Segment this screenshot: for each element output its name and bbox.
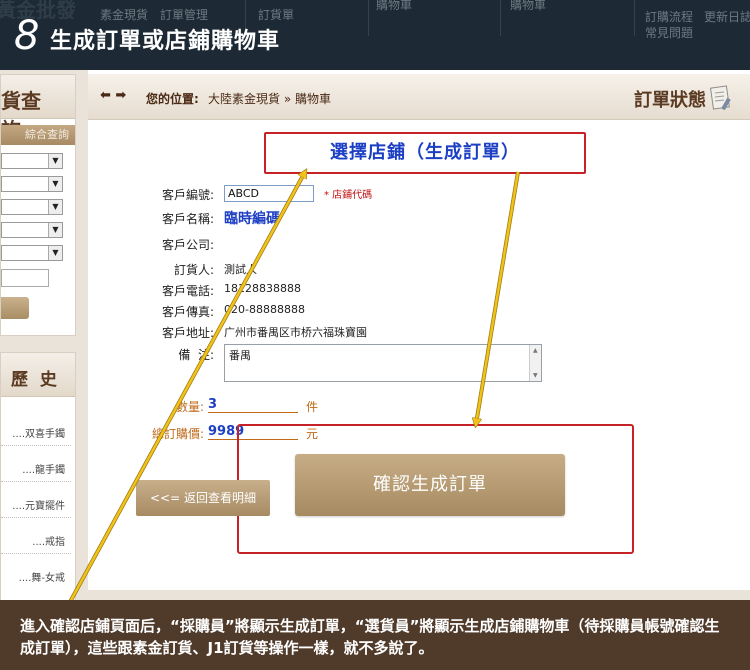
chevron-down-icon: ▼	[48, 200, 62, 214]
phone-label: 客戶電話:	[161, 284, 214, 298]
fax-value: 020-88888888	[224, 303, 305, 316]
history-divider	[1, 445, 71, 446]
store-select-title: 選擇店鋪（生成訂單）	[264, 132, 586, 174]
orderer-label: 訂貨人:	[173, 263, 214, 277]
quantity-value: 3	[208, 397, 298, 413]
step-number: 8	[14, 13, 40, 59]
chevron-down-icon: ▼	[48, 154, 62, 168]
customer-code-input[interactable]	[224, 185, 314, 202]
page-background-strip	[88, 590, 750, 600]
history-item[interactable]: ....戒指	[32, 533, 65, 548]
ghost-nav-item: 常見問題	[645, 26, 694, 40]
chevron-down-icon: ▼	[48, 177, 62, 191]
query-submit-button[interactable]	[1, 297, 29, 319]
tutorial-caption: 進入確認店鋪頁面后，“採購員”將顯示生成訂單，“選貨員”將顯示生成店鋪購物車（待…	[0, 600, 750, 670]
filter-select[interactable]: ▼	[1, 222, 63, 238]
filter-select[interactable]: ▼	[1, 199, 63, 215]
main-panel: ⬅ ➡ 您的位置: 大陸素金現貨 » 購物車 訂單狀態 選擇店鋪（生成訂單） 客…	[88, 70, 750, 590]
breadcrumb-label: 您的位置:	[146, 92, 199, 106]
ghost-nav-item: 訂貨單	[258, 8, 295, 22]
breadcrumb: ⬅ ➡ 您的位置: 大陸素金現貨 » 購物車 訂單狀態	[88, 74, 750, 120]
history-item[interactable]: ....双喜手鐲	[12, 425, 65, 440]
ghost-nav-item: 購物車	[510, 0, 547, 12]
ghost-nav-item: 素金現貨	[100, 8, 149, 22]
ghost-nav-item: 更新日誌	[704, 10, 750, 24]
ghost-divider	[634, 0, 635, 36]
customer-code-hint: * 店鋪代碼	[324, 190, 373, 201]
filter-select[interactable]: ▼	[1, 176, 63, 192]
customer-code-label: 客戶編號:	[161, 188, 214, 202]
ghost-divider	[500, 0, 501, 36]
orderer-value: 測試人	[224, 263, 257, 276]
ghost-nav-item: 購物車	[376, 0, 413, 12]
remark-label: 備 注:	[178, 348, 214, 362]
customer-company-label: 客戶公司:	[161, 238, 214, 252]
sidebar: 貨查詢 綜合查詢 ▼ ▼ ▼ ▼ ▼ 歷 史 ....双喜手鐲 ....龍手鐲 …	[0, 70, 88, 612]
query-panel: 貨查詢 綜合查詢 ▼ ▼ ▼ ▼ ▼	[0, 74, 76, 336]
document-icon	[710, 85, 731, 111]
order-status-title: 訂單狀態	[634, 90, 706, 111]
history-panel-header: 歷 史	[1, 353, 75, 397]
breadcrumb-path[interactable]: 大陸素金現貨 » 購物車	[208, 90, 331, 107]
customer-name-value: 臨時編碼	[224, 211, 280, 227]
ghost-nav-item: 訂單管理	[160, 8, 209, 22]
scroll-up-icon[interactable]: ▲	[533, 347, 538, 354]
fax-label: 客戶傳真:	[161, 305, 214, 319]
history-item[interactable]: ....元寶擺件	[12, 497, 65, 512]
filter-select[interactable]: ▼	[1, 245, 63, 261]
history-item[interactable]: ....龍手鐲	[22, 461, 65, 476]
remark-textarea[interactable]: 番禺 ▲ ▼	[224, 344, 542, 382]
phone-value: 18128838888	[224, 282, 301, 295]
history-divider	[1, 553, 71, 554]
filter-select[interactable]: ▼	[1, 153, 63, 169]
remark-value: 番禺	[229, 349, 251, 362]
history-item[interactable]: ....舞-女戒	[19, 569, 65, 584]
step-title: 生成訂單或店鋪購物車	[50, 29, 281, 54]
history-panel: 歷 史 ....双喜手鐲 ....龍手鐲 ....元寶擺件 ....戒指 ...…	[0, 352, 76, 612]
advanced-query-tab[interactable]: 綜合查詢	[1, 125, 75, 145]
history-panel-title: 歷 史	[11, 370, 60, 390]
back-to-details-button[interactable]: <<= 返回查看明細	[136, 480, 270, 516]
confirm-generate-order-button[interactable]: 確認生成訂單	[295, 454, 565, 516]
query-panel-header: 貨查詢	[1, 75, 75, 142]
tutorial-header: 黃金批發 素金現貨 訂單管理 訂貨單 購物車 購物車 訂購流程 更新日誌 常見問…	[0, 0, 750, 70]
address-label: 客戶地址:	[161, 326, 214, 340]
address-value: 广州市番禺区市桥六福珠寶園	[224, 326, 367, 339]
ghost-divider	[368, 0, 369, 36]
chevron-down-icon: ▼	[48, 246, 62, 260]
history-divider	[1, 481, 71, 482]
ghost-nav-item: 訂購流程	[645, 10, 694, 24]
chevron-down-icon: ▼	[48, 223, 62, 237]
filter-text-input[interactable]	[1, 269, 49, 287]
scroll-down-icon[interactable]: ▼	[533, 372, 538, 379]
quantity-unit: 件	[306, 400, 319, 414]
nav-arrows-icon[interactable]: ⬅ ➡	[100, 88, 126, 103]
customer-name-label: 客戶名稱:	[161, 212, 214, 226]
quantity-label: 數量:	[175, 400, 204, 414]
total-price-label: 總訂購價:	[151, 427, 204, 441]
remark-scrollbar[interactable]: ▲ ▼	[529, 345, 541, 381]
history-divider	[1, 517, 71, 518]
